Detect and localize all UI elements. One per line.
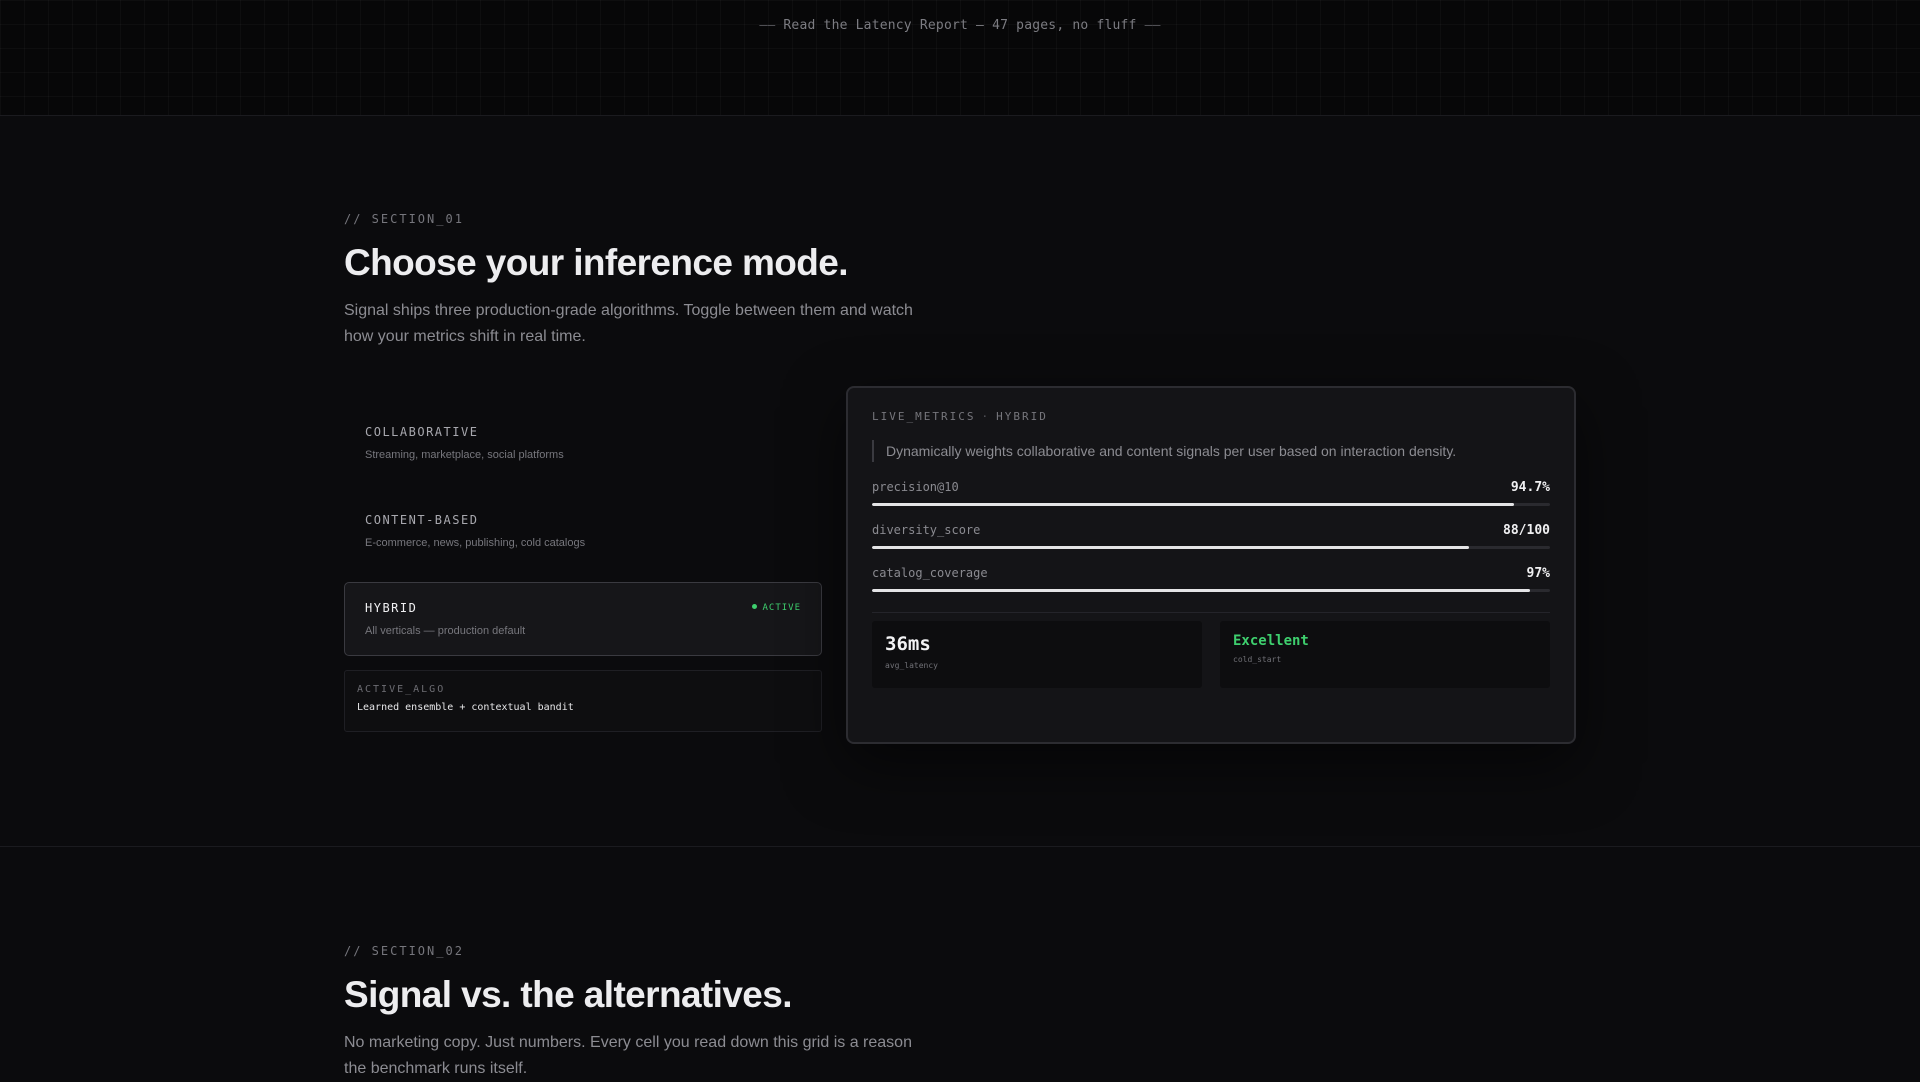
banner-dash-left: —— bbox=[759, 18, 776, 33]
active-algo-box: ACTIVE_ALGO Learned ensemble + contextua… bbox=[344, 670, 822, 732]
metric-row: catalog_coverage 97% bbox=[872, 566, 1550, 592]
metric-row: precision@10 94.7% bbox=[872, 480, 1550, 506]
stat-card-cold-start: Excellent cold_start bbox=[1220, 621, 1550, 688]
section-subtitle: No marketing copy. Just numbers. Every c… bbox=[344, 1034, 912, 1077]
section-alternatives: // SECTION_02 Signal vs. the alternative… bbox=[344, 944, 1576, 1082]
algorithm-selector: COLLABORATIVE Streaming, marketplace, so… bbox=[344, 406, 822, 732]
section-title: Signal vs. the alternatives. bbox=[344, 974, 793, 1015]
stat-card-latency: 36ms avg_latency bbox=[872, 621, 1202, 688]
metric-progress-track bbox=[872, 503, 1550, 506]
section-inference-mode: // SECTION_01 Choose your inference mode… bbox=[344, 212, 1576, 744]
algo-name: HYBRID bbox=[365, 601, 418, 615]
metric-name: precision@10 bbox=[872, 480, 959, 494]
section-eyebrow: // SECTION_02 bbox=[344, 944, 464, 958]
active-badge: ACTIVE bbox=[752, 603, 801, 613]
metric-value: 94.7% bbox=[1510, 480, 1550, 495]
panel-divider bbox=[872, 612, 1550, 613]
active-algo-value: Learned ensemble + contextual bandit bbox=[357, 702, 574, 713]
stat-value: 36ms bbox=[885, 633, 931, 655]
panel-heading-separator: · bbox=[981, 410, 991, 423]
algo-option-collaborative[interactable]: COLLABORATIVE Streaming, marketplace, so… bbox=[344, 406, 822, 480]
top-banner: —— Read the Latency Report — 47 pages, n… bbox=[0, 0, 1920, 116]
panel-heading-mode: HYBRID bbox=[996, 410, 1048, 423]
algo-option-hybrid[interactable]: HYBRID All verticals — production defaul… bbox=[344, 582, 822, 656]
metric-name: catalog_coverage bbox=[872, 566, 988, 580]
section-divider bbox=[0, 846, 1920, 847]
metric-value: 97% bbox=[1526, 566, 1550, 581]
stat-value: Excellent bbox=[1233, 633, 1309, 649]
stat-cards: 36ms avg_latency Excellent cold_start bbox=[872, 621, 1550, 688]
algo-description-quote: Dynamically weights collaborative and co… bbox=[872, 440, 1550, 462]
algo-name: CONTENT-BASED bbox=[365, 513, 479, 527]
section-eyebrow: // SECTION_01 bbox=[344, 212, 464, 226]
algo-desc: All verticals — production default bbox=[365, 625, 526, 637]
metrics-list: precision@10 94.7% diversity_score 88/10… bbox=[872, 480, 1550, 592]
latency-report-link[interactable]: —— Read the Latency Report — 47 pages, n… bbox=[0, 18, 1920, 33]
active-badge-label: ACTIVE bbox=[762, 603, 801, 613]
algo-desc: Streaming, marketplace, social platforms bbox=[365, 449, 564, 461]
metric-progress-fill bbox=[872, 546, 1469, 549]
section-title: Choose your inference mode. bbox=[344, 242, 849, 283]
metric-progress-fill bbox=[872, 503, 1515, 506]
panel-heading-label: LIVE_METRICS bbox=[872, 410, 976, 423]
metric-progress-track bbox=[872, 589, 1550, 592]
algo-desc: E-commerce, news, publishing, cold catal… bbox=[365, 537, 586, 549]
metric-progress-fill bbox=[872, 589, 1530, 592]
metric-progress-track bbox=[872, 546, 1550, 549]
algo-name: COLLABORATIVE bbox=[365, 425, 479, 439]
live-metrics-panel: LIVE_METRICS · HYBRID Dynamically weights … bbox=[846, 386, 1576, 744]
section-subtitle: Signal ships three production-grade algo… bbox=[344, 302, 913, 345]
stat-caption: cold_start bbox=[1233, 655, 1282, 664]
metric-value: 88/100 bbox=[1503, 523, 1550, 538]
metric-name: diversity_score bbox=[872, 523, 981, 537]
status-dot-icon bbox=[752, 604, 758, 609]
stat-caption: avg_latency bbox=[885, 661, 938, 670]
algo-option-content-based[interactable]: CONTENT-BASED E-commerce, news, publishi… bbox=[344, 494, 822, 568]
metric-row: diversity_score 88/100 bbox=[872, 523, 1550, 549]
banner-text: Read the Latency Report — 47 pages, no f… bbox=[783, 18, 1137, 33]
active-algo-label: ACTIVE_ALGO bbox=[357, 684, 446, 695]
banner-dash-right: —— bbox=[1144, 18, 1161, 33]
panel-heading: LIVE_METRICS · HYBRID bbox=[872, 410, 1550, 423]
